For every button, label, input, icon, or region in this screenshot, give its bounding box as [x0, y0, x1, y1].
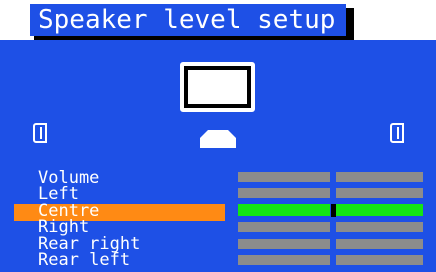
centre-level-marker[interactable]: [331, 204, 336, 217]
rear-left-bar-right[interactable]: [336, 255, 423, 265]
left-speaker-icon: [33, 123, 47, 143]
volume-bar-right[interactable]: [336, 172, 423, 182]
rear-right-bar-right[interactable]: [336, 239, 423, 249]
right-bar-right[interactable]: [336, 222, 423, 232]
right-bar-left[interactable]: [238, 222, 330, 232]
left-bar-left[interactable]: [238, 188, 330, 198]
channel-label-rear-left[interactable]: Rear left: [38, 252, 130, 269]
rear-left-bar-left[interactable]: [238, 255, 330, 265]
centre-speaker-icon: [200, 130, 236, 148]
rear-right-bar-left[interactable]: [238, 239, 330, 249]
page-title: Speaker level setup: [30, 4, 346, 36]
volume-bar-left[interactable]: [238, 172, 330, 182]
right-speaker-icon: [390, 123, 404, 143]
left-bar-right[interactable]: [336, 188, 423, 198]
centre-bar-left[interactable]: [238, 204, 330, 216]
tv-icon: [180, 62, 255, 112]
centre-bar-right[interactable]: [336, 204, 423, 216]
